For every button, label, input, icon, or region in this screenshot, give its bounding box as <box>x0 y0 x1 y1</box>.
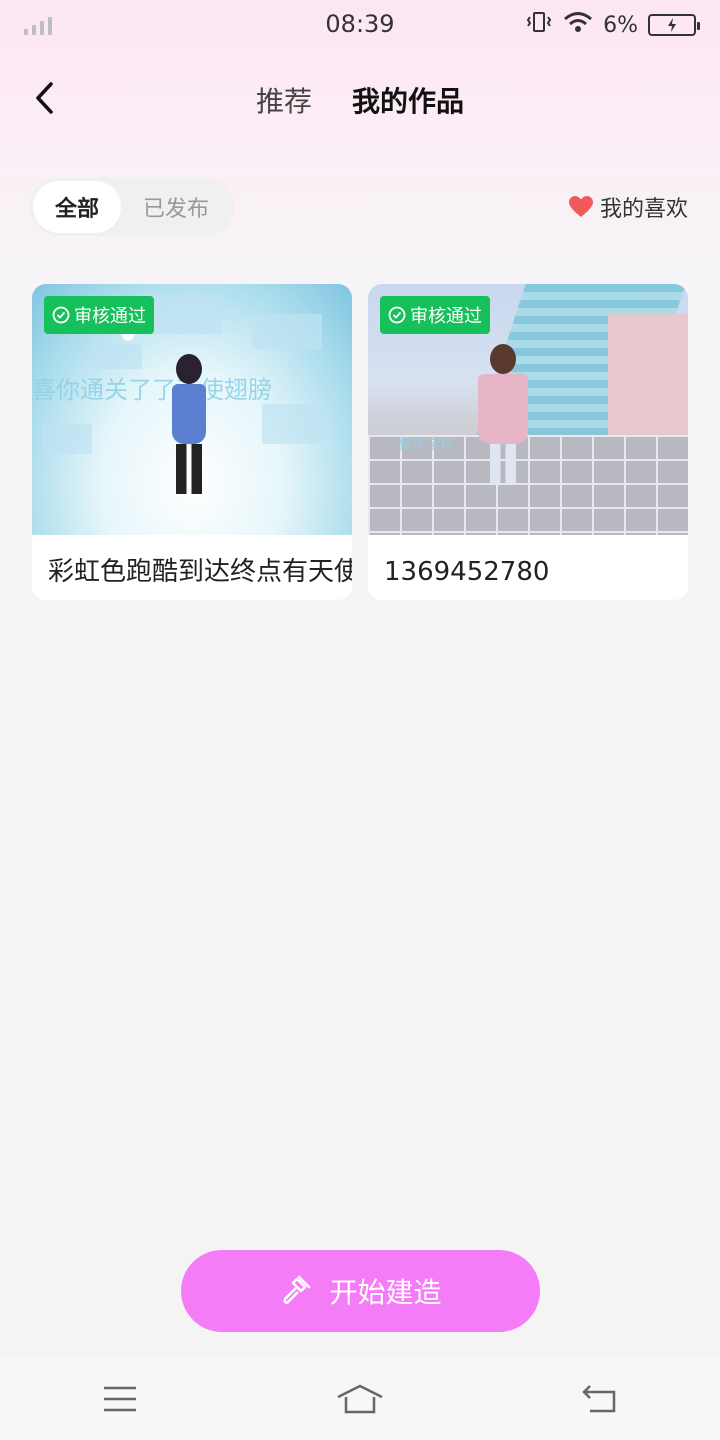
start-building-button[interactable]: 开始建造 <box>181 1250 540 1332</box>
works-grid: 喜你通关了了天使翅膀 审核通过 彩虹色跑酷到达终点有天使翅膀，购毒 白白 樱花学… <box>32 284 688 600</box>
work-title: 彩虹色跑酷到达终点有天使翅膀，购毒 白白 <box>48 557 352 587</box>
work-title: 1369452780 <box>384 557 550 587</box>
approved-badge: 审核通过 <box>380 296 490 334</box>
work-thumbnail: 樱花学校 审核通过 <box>368 284 688 535</box>
nav-bar: 推荐 我的作品 <box>0 60 720 140</box>
back-arrow-icon <box>582 1384 616 1412</box>
favorites-label: 我的喜欢 <box>599 197 688 222</box>
my-favorites-link[interactable]: 我的喜欢 <box>568 191 688 223</box>
work-card[interactable]: 樱花学校 审核通过 1369452780 <box>368 284 688 600</box>
approved-badge: 审核通过 <box>44 296 154 334</box>
nav-tabs: 推荐 我的作品 <box>0 80 720 120</box>
filter-row: 全部 已发布 我的喜欢 <box>30 178 688 236</box>
thumbnail-caption: 喜你通关了了天使翅膀 <box>32 376 272 404</box>
start-building-label: 开始建造 <box>329 1276 442 1309</box>
character-figure <box>172 354 206 494</box>
work-card[interactable]: 喜你通关了了天使翅膀 审核通过 彩虹色跑酷到达终点有天使翅膀，购毒 白白 <box>32 284 352 600</box>
system-nav-bar <box>0 1357 720 1440</box>
segment-all[interactable]: 全部 <box>33 181 122 233</box>
status-time: 08:39 <box>325 10 395 38</box>
filter-segment: 全部 已发布 <box>30 178 235 236</box>
menu-button[interactable] <box>90 1374 150 1424</box>
check-circle-icon <box>388 306 406 324</box>
back-system-button[interactable] <box>570 1374 630 1424</box>
tab-my-works[interactable]: 我的作品 <box>352 80 464 120</box>
hammer-icon <box>283 1275 311 1305</box>
character-figure <box>478 344 528 484</box>
heart-icon <box>568 196 593 217</box>
home-button[interactable] <box>330 1374 390 1424</box>
badge-label: 审核通过 <box>410 306 482 327</box>
tab-recommend[interactable]: 推荐 <box>256 80 312 120</box>
segment-published[interactable]: 已发布 <box>121 181 231 233</box>
home-icon <box>337 1384 383 1413</box>
status-bar: 08:39 6% <box>0 0 720 50</box>
badge-label: 审核通过 <box>74 306 146 327</box>
thumbnail-caption: 樱花学校 <box>398 437 454 453</box>
work-thumbnail: 喜你通关了了天使翅膀 审核通过 <box>32 284 352 535</box>
menu-icon <box>104 1386 136 1411</box>
check-circle-icon <box>52 306 70 324</box>
battery-icon <box>648 14 700 36</box>
